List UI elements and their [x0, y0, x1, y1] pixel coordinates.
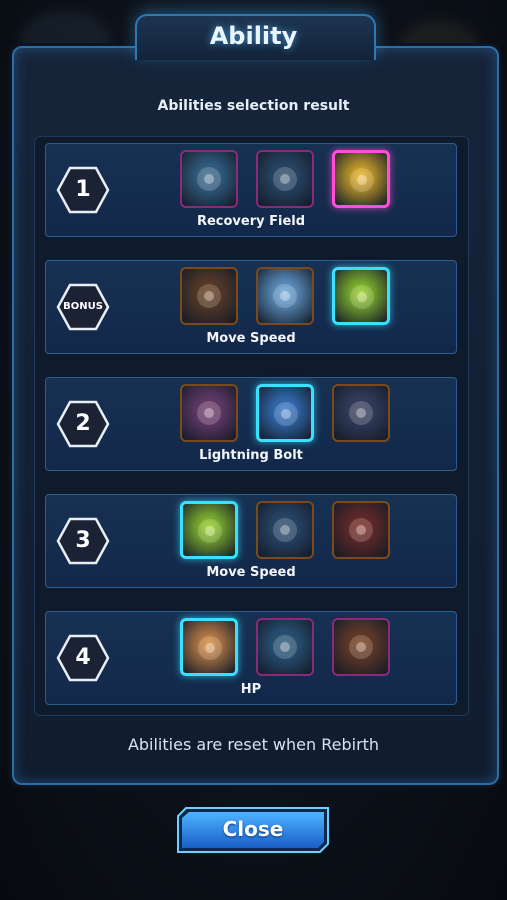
round-badge-label: BONUS	[63, 301, 103, 312]
ability-choices	[180, 384, 394, 446]
strength-arm-icon[interactable]	[180, 618, 238, 676]
selected-ability-name: Recovery Field	[196, 214, 306, 229]
ability-choices	[180, 267, 394, 329]
round-row: 1 Recovery Field	[45, 143, 457, 237]
round-badge-label: 1	[75, 177, 91, 202]
spirit-icon[interactable]	[256, 267, 314, 325]
dialog-title: Ability	[209, 22, 298, 50]
recovery-field-icon[interactable]	[332, 150, 390, 208]
comet-icon[interactable]	[256, 501, 314, 559]
round-row: 2 Lightning Bolt	[45, 377, 457, 471]
round-badge: 1	[56, 166, 110, 214]
ability-choices	[180, 150, 394, 212]
round-badge-label: 4	[75, 645, 91, 670]
shield-dome-icon[interactable]	[256, 618, 314, 676]
round-row: BONUS Move Speed	[45, 260, 457, 354]
boot-icon[interactable]	[332, 267, 390, 325]
selected-ability-name: Move Speed	[206, 565, 296, 580]
energy-orb-icon[interactable]	[256, 150, 314, 208]
round-badge: 3	[56, 517, 110, 565]
selected-ability-name: Move Speed	[206, 331, 296, 346]
fireball-icon[interactable]	[332, 618, 390, 676]
round-row: 4 HP	[45, 611, 457, 705]
round-badge: 4	[56, 634, 110, 682]
close-button-label: Close	[222, 817, 284, 841]
dialog-subtitle: Abilities selection result	[157, 98, 350, 114]
vortex-icon[interactable]	[332, 384, 390, 442]
lightning-bolt-icon[interactable]	[256, 384, 314, 442]
round-row: 3 Move Speed	[45, 494, 457, 588]
rounds-list[interactable]: 1 Recovery Field BONUS Move Speed 2 Lightning…	[34, 136, 469, 716]
footer-note: Abilities are reset when Rebirth	[127, 735, 380, 754]
shockwave-icon[interactable]	[180, 150, 238, 208]
close-button[interactable]: Close	[176, 806, 330, 854]
selected-ability-name: HP	[240, 682, 262, 697]
meteor-icon[interactable]	[180, 267, 238, 325]
boot-icon[interactable]	[180, 501, 238, 559]
demon-icon[interactable]	[332, 501, 390, 559]
round-badge: BONUS	[56, 283, 110, 331]
round-badge-label: 2	[75, 411, 91, 436]
selected-ability-name: Lightning Bolt	[199, 448, 303, 463]
ability-choices	[180, 501, 394, 563]
ability-choices	[180, 618, 394, 680]
round-badge: 2	[56, 400, 110, 448]
portal-icon[interactable]	[180, 384, 238, 442]
round-badge-label: 3	[75, 528, 91, 553]
